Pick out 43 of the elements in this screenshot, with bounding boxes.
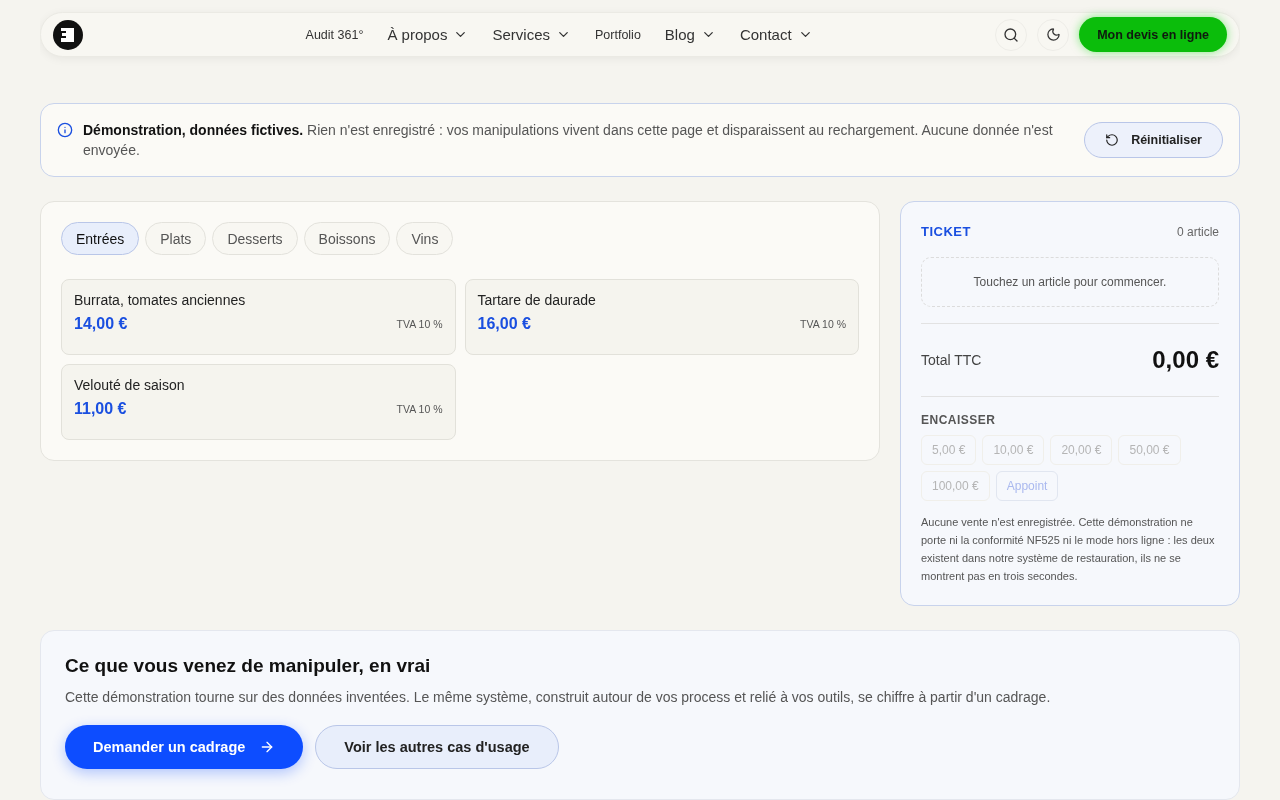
search-icon (1003, 26, 1020, 43)
product-card[interactable]: Burrata, tomates anciennes 14,00 € TVA 10 % (61, 279, 456, 355)
reset-button[interactable]: Réinitialiser (1084, 122, 1223, 158)
product-price: 11,00 € (74, 400, 127, 418)
theme-toggle-button[interactable] (1037, 18, 1070, 51)
vat-label: TVA 10 % (800, 318, 846, 330)
logo-icon[interactable] (53, 19, 83, 50)
empty-ticket-message: Touchez un article pour commencer. (921, 257, 1219, 307)
product-card[interactable]: Velouté de saison 11,00 € TVA 10 % (61, 364, 456, 440)
vat-label: TVA 10 % (396, 403, 443, 415)
category-tab[interactable]: Plats (145, 222, 207, 255)
disclaimer-text: Aucune vente n'est enregistrée. Cette démonstration ne porte ni la conformité NF525 ni le mode hors ligne : les deux existent dans notre système de restauration, ils ne se montrent pas en trois secondes. (921, 515, 1216, 584)
reset-icon (1105, 133, 1120, 147)
product-price: 14,00 € (74, 315, 128, 333)
product-card[interactable]: Tartare de daurade 16,00 € TVA 10 % (464, 279, 859, 355)
total-amount: 0,00 € (1152, 346, 1219, 374)
ticket-title: TICKET (921, 224, 971, 239)
quote-button[interactable]: Mon devis en ligne (1079, 17, 1227, 52)
moon-icon (1045, 27, 1061, 42)
category-tab[interactable]: Vins (396, 222, 454, 255)
cta-title: Ce que vous venez de manipuler, en vrai (65, 655, 432, 677)
use-cases-button[interactable]: Voir les autres cas d'usage (315, 725, 559, 769)
category-tab[interactable]: Desserts (212, 222, 298, 255)
product-name: Velouté de saison (74, 377, 186, 393)
request-button[interactable]: Demander un cadrage (65, 725, 304, 769)
nav-link[interactable]: Audit 361° (305, 27, 364, 42)
cta-text: Cette démonstration tourne sur des données inventées. Le même système, construit autour de vos process et relié à vos outils, se chiffre à partir d'un cadrage. (65, 689, 1052, 705)
cash-title: ENCAISSER (921, 413, 997, 427)
total-label: Total TTC (921, 352, 982, 368)
nav-link[interactable]: Contact (739, 26, 813, 43)
nav-link[interactable]: À propos (387, 26, 469, 43)
product-name: Tartare de daurade (477, 292, 597, 308)
notice-text: Démonstration, données fictives. Rien n'est enregistré : vos manipulations vivent dans cette page et disparaissent au rechargement. Aucune donnée n'est envoyée. (83, 121, 1054, 160)
nav-link[interactable]: Blog (664, 26, 716, 43)
nav-link[interactable]: Portfolio (595, 27, 641, 42)
article-count: 0 article (1176, 224, 1219, 239)
category-tab[interactable]: Boissons (303, 222, 391, 255)
product-name: Burrata, tomates anciennes (74, 292, 247, 308)
info-icon (57, 122, 73, 138)
nav-link[interactable]: Services (492, 26, 571, 43)
product-price: 16,00 € (477, 315, 531, 333)
vat-label: TVA 10 % (396, 318, 443, 330)
category-tab[interactable]: Entrées (61, 222, 140, 255)
